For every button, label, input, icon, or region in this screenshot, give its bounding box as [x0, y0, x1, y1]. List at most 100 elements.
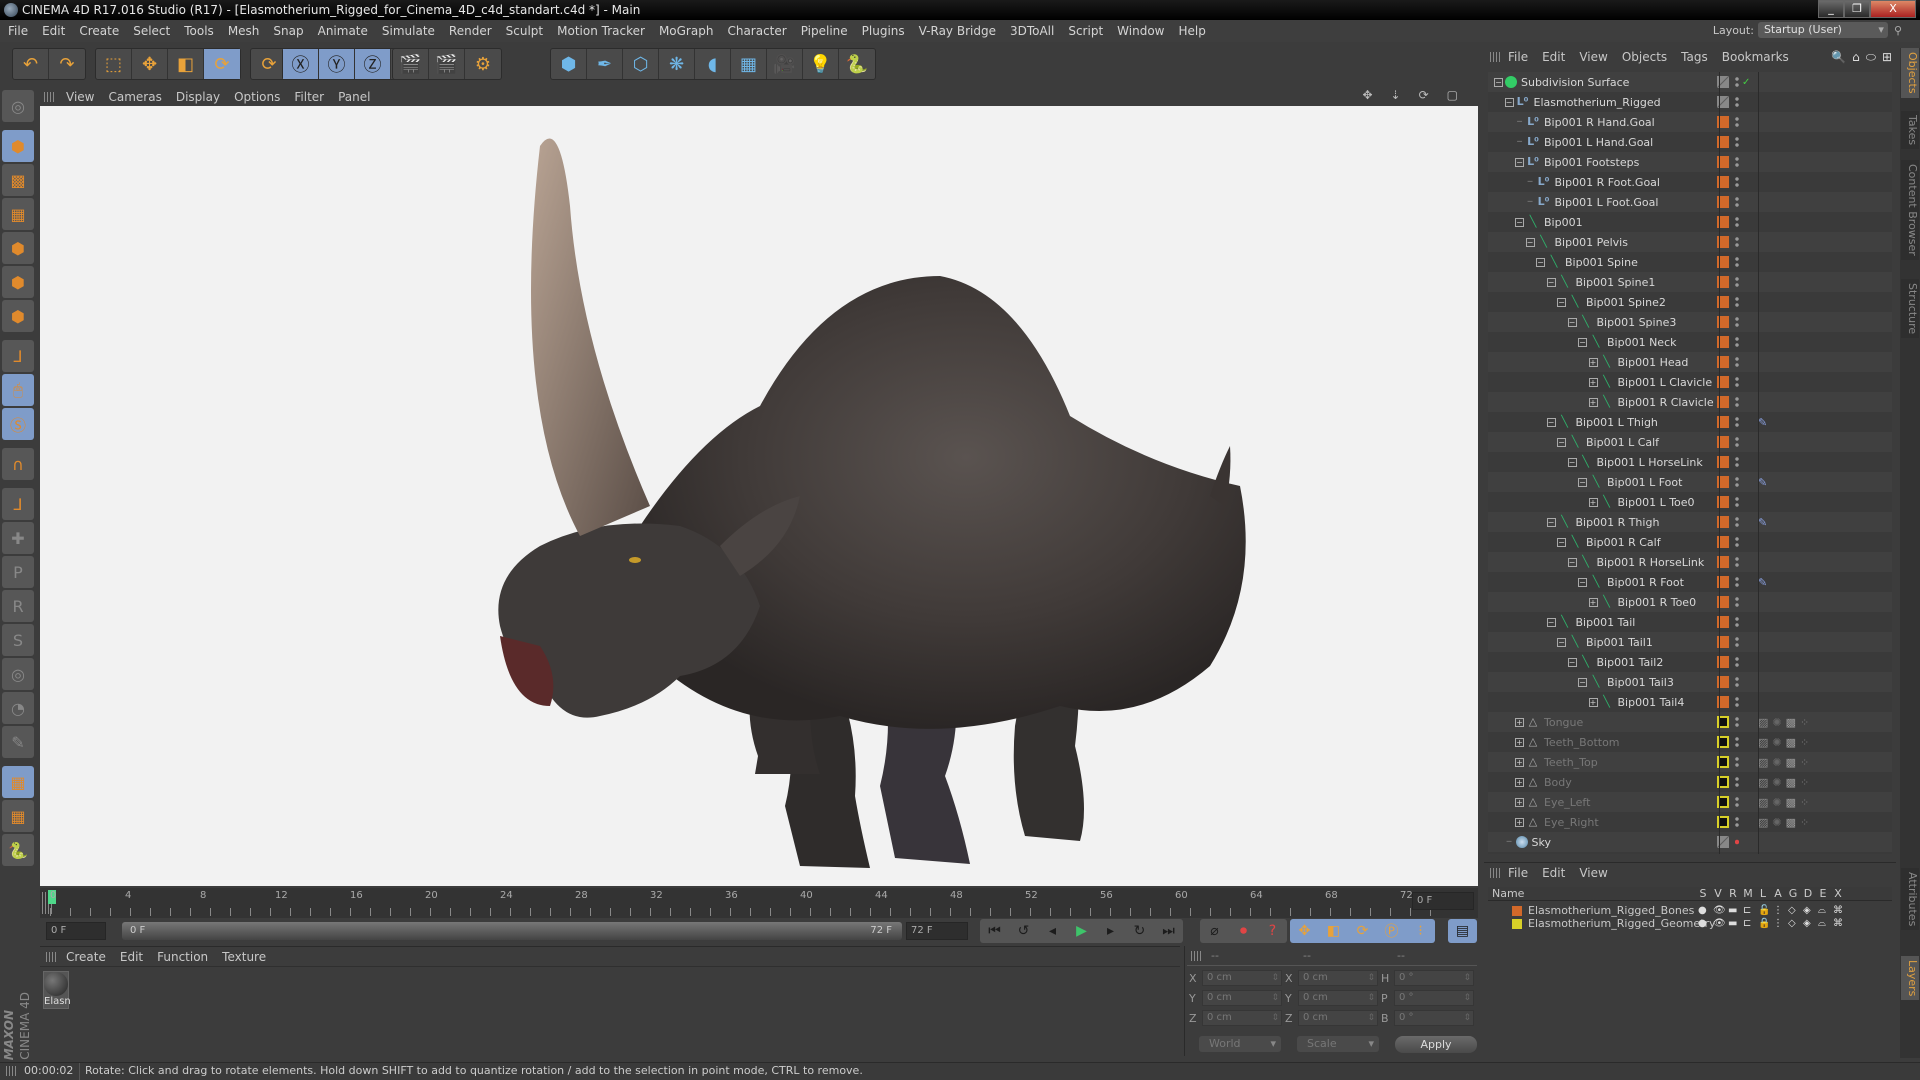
- object-row[interactable]: − ╲ Bip001 Spine3: [1488, 312, 1892, 332]
- visibility-toggle[interactable]: [1735, 216, 1739, 228]
- visibility-toggle[interactable]: [1735, 536, 1739, 548]
- visibility-toggle[interactable]: [1735, 596, 1739, 608]
- object-row[interactable]: + ╲ Bip001 Tail4: [1488, 692, 1892, 712]
- menu-create[interactable]: Create: [79, 24, 119, 38]
- normal-tag-icon[interactable]: ▨: [1758, 736, 1768, 749]
- visibility-toggle[interactable]: [1735, 476, 1739, 488]
- collapse-icon[interactable]: −: [1546, 417, 1556, 427]
- points-mode-button[interactable]: ⬢: [2, 232, 34, 264]
- uvw-tag-icon[interactable]: ▩: [1786, 796, 1796, 809]
- object-row[interactable]: + ╲ Bip001 L Clavicle: [1488, 372, 1892, 392]
- restore-button[interactable]: ❐: [1844, 0, 1870, 18]
- layer-menu-file[interactable]: File: [1508, 866, 1528, 880]
- visibility-toggle[interactable]: [1735, 636, 1739, 648]
- viewport-menu-view[interactable]: View: [66, 90, 94, 104]
- subdivision-button[interactable]: ⬡: [623, 49, 659, 79]
- menu-snap[interactable]: Snap: [273, 24, 303, 38]
- menu-mesh[interactable]: Mesh: [228, 24, 260, 38]
- layer-column-x[interactable]: X: [1831, 887, 1845, 900]
- visibility-toggle[interactable]: [1735, 76, 1739, 88]
- layer-column-l[interactable]: L: [1756, 887, 1770, 900]
- phong-tag-icon[interactable]: ✺: [1772, 716, 1781, 729]
- visibility-toggle[interactable]: [1735, 316, 1739, 328]
- lock-toggle[interactable]: 🔒: [1758, 918, 1770, 929]
- z-axis-button[interactable]: Ⓩ: [355, 49, 391, 79]
- visibility-toggle[interactable]: [1735, 416, 1739, 428]
- cube-button[interactable]: ⬢: [551, 49, 587, 79]
- collapse-icon[interactable]: −: [1567, 657, 1577, 667]
- object-row[interactable]: + △ Teeth_Top ▨ ✺ ▩ ⁘: [1488, 752, 1892, 772]
- object-row[interactable]: − ╲ Bip001 L Foot ✎: [1488, 472, 1892, 492]
- animation-toggle[interactable]: ⋮: [1773, 918, 1783, 929]
- phong-tag-icon[interactable]: ✺: [1772, 816, 1781, 829]
- uvw-tag-icon[interactable]: ▩: [1786, 736, 1796, 749]
- move-view-icon[interactable]: ✥: [1362, 88, 1372, 102]
- move-button[interactable]: ✥: [132, 49, 168, 79]
- next-frame-button[interactable]: ▸: [1096, 919, 1125, 943]
- edges-mode-button[interactable]: ⬢: [2, 266, 34, 298]
- side-tab-takes[interactable]: Takes: [1901, 111, 1919, 150]
- frame-range-slider[interactable]: 0 F 72 F: [122, 922, 902, 940]
- visibility-toggle[interactable]: [1735, 356, 1739, 368]
- visibility-toggle[interactable]: [1735, 336, 1739, 348]
- phong-tag-icon[interactable]: ✺: [1772, 736, 1781, 749]
- visibility-toggle[interactable]: [1735, 236, 1739, 248]
- menu-window[interactable]: Window: [1117, 24, 1164, 38]
- normal-tag-icon[interactable]: ▨: [1758, 776, 1768, 789]
- rotation-b-field[interactable]: 0 °: [1394, 1010, 1474, 1026]
- menu-select[interactable]: Select: [133, 24, 170, 38]
- collapse-icon[interactable]: −: [1578, 477, 1587, 487]
- menu-plugins[interactable]: Plugins: [862, 24, 905, 38]
- go-to-end-button[interactable]: ⏭: [1154, 919, 1183, 943]
- light-button[interactable]: 💡: [803, 49, 839, 79]
- layer-column-name[interactable]: Name: [1488, 887, 1524, 900]
- uvw-tag-icon[interactable]: ▩: [1786, 716, 1796, 729]
- layer-column-m[interactable]: M: [1741, 887, 1755, 900]
- menu-v-ray-bridge[interactable]: V-Ray Bridge: [919, 24, 996, 38]
- expressions-toggle[interactable]: ⌓: [1818, 905, 1828, 916]
- previous-key-button[interactable]: ↺: [1009, 919, 1038, 943]
- deformers-toggle[interactable]: ◈: [1803, 905, 1813, 916]
- new-window-icon[interactable]: ⊞: [1882, 50, 1892, 65]
- solo-mode-button[interactable]: Ⓢ: [2, 408, 34, 440]
- ik-rotation-button[interactable]: R: [2, 590, 34, 622]
- layer-row[interactable]: Elasmotherium_Rigged_Geometry ● 👁 ▬ ⊏ 🔒 ⋮ ◇ ◈ ⌓ ⌘: [1488, 916, 1892, 931]
- ik-pole-button[interactable]: ◔: [2, 692, 34, 724]
- expand-icon[interactable]: +: [1515, 817, 1524, 827]
- key-parameter-button[interactable]: Ⓟ: [1377, 919, 1406, 943]
- material-swatch[interactable]: Elasn: [43, 971, 71, 1009]
- uvw-tag-icon[interactable]: ▩: [1786, 816, 1796, 829]
- object-row[interactable]: ─ L⁰ Bip001 L Hand.Goal: [1488, 132, 1892, 152]
- object-row[interactable]: − ╲ Bip001 L Calf: [1488, 432, 1892, 452]
- object-menu-bookmarks[interactable]: Bookmarks: [1722, 50, 1789, 64]
- visibility-toggle[interactable]: [1735, 816, 1739, 828]
- menu-tools[interactable]: Tools: [184, 24, 214, 38]
- object-manager-grip[interactable]: [1490, 52, 1502, 62]
- object-menu-objects[interactable]: Objects: [1622, 50, 1667, 64]
- object-row[interactable]: − Subdivision Surface ✓: [1488, 72, 1892, 92]
- side-tab-content-browser[interactable]: Content Browser: [1901, 160, 1919, 260]
- object-row[interactable]: + △ Tongue ▨ ✺ ▩ ⁘: [1488, 712, 1892, 732]
- viewport-menu-display[interactable]: Display: [176, 90, 220, 104]
- deformers-toggle[interactable]: ◈: [1803, 918, 1813, 929]
- layer-manager-grip[interactable]: [1490, 868, 1502, 878]
- animation-toggle[interactable]: ⋮: [1773, 905, 1783, 916]
- render-picture-viewer-button[interactable]: 🎬: [429, 49, 465, 79]
- expand-icon[interactable]: +: [1588, 497, 1598, 507]
- play-button[interactable]: ▶: [1067, 919, 1096, 943]
- visibility-toggle[interactable]: [1735, 716, 1739, 728]
- object-row[interactable]: + △ Teeth_Bottom ▨ ✺ ▩ ⁘: [1488, 732, 1892, 752]
- visibility-toggle[interactable]: [1735, 656, 1739, 668]
- ik-tag-icon[interactable]: ✎: [1758, 516, 1767, 529]
- pen-button[interactable]: ✒: [587, 49, 623, 79]
- visibility-toggle[interactable]: [1735, 776, 1739, 788]
- layer-column-a[interactable]: A: [1771, 887, 1785, 900]
- object-menu-edit[interactable]: Edit: [1542, 50, 1565, 64]
- make-editable-button[interactable]: ◎: [2, 90, 34, 122]
- key-scale-button[interactable]: ◧: [1319, 919, 1348, 943]
- visibility-toggle[interactable]: [1735, 96, 1739, 108]
- coord-grip[interactable]: [1191, 951, 1203, 961]
- expand-icon[interactable]: +: [1515, 777, 1524, 787]
- go-to-start-button[interactable]: ⏮: [980, 919, 1009, 943]
- expand-icon[interactable]: +: [1588, 357, 1598, 367]
